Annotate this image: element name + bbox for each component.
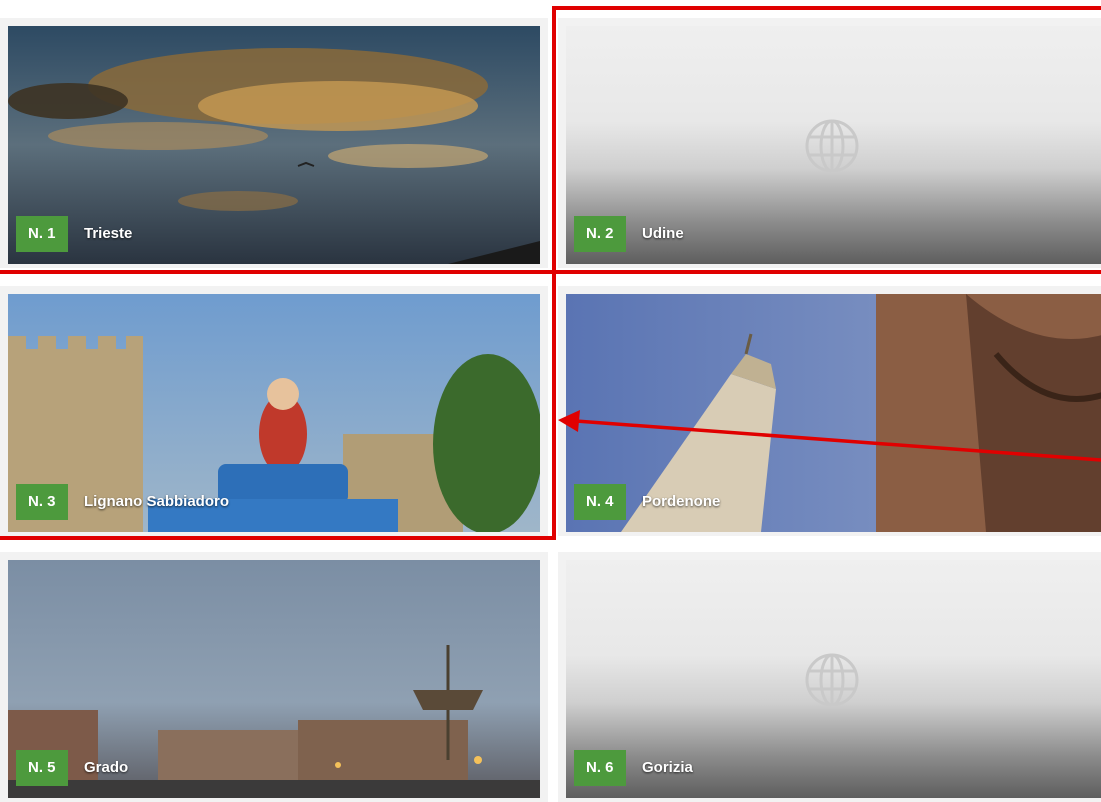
city-card-gorizia[interactable]: N. 6 Gorizia (558, 552, 1101, 802)
city-card-grado[interactable]: N. 5 Grado (0, 552, 548, 802)
city-card-pordenone[interactable]: N. 4 Pordenone (558, 286, 1101, 536)
city-name[interactable]: Udine (642, 216, 684, 252)
rank-badge: N. 1 (16, 216, 68, 252)
globe-icon (805, 119, 859, 173)
city-name[interactable]: Pordenone (642, 484, 720, 520)
city-name[interactable]: Trieste (84, 216, 132, 252)
rank-badge: N. 6 (574, 750, 626, 786)
city-name[interactable]: Gorizia (642, 750, 693, 786)
rank-badge: N. 3 (16, 484, 68, 520)
city-name[interactable]: Lignano Sabbiadoro (84, 484, 229, 520)
city-name[interactable]: Grado (84, 750, 128, 786)
city-card-udine[interactable]: N. 2 Udine (558, 18, 1101, 268)
rank-badge: N. 4 (574, 484, 626, 520)
rank-badge: N. 2 (574, 216, 626, 252)
rank-badge: N. 5 (16, 750, 68, 786)
city-card-trieste[interactable]: N. 1 Trieste (0, 18, 548, 268)
city-card-lignano-sabbiadoro[interactable]: N. 3 Lignano Sabbiadoro (0, 286, 548, 536)
globe-icon (805, 653, 859, 707)
